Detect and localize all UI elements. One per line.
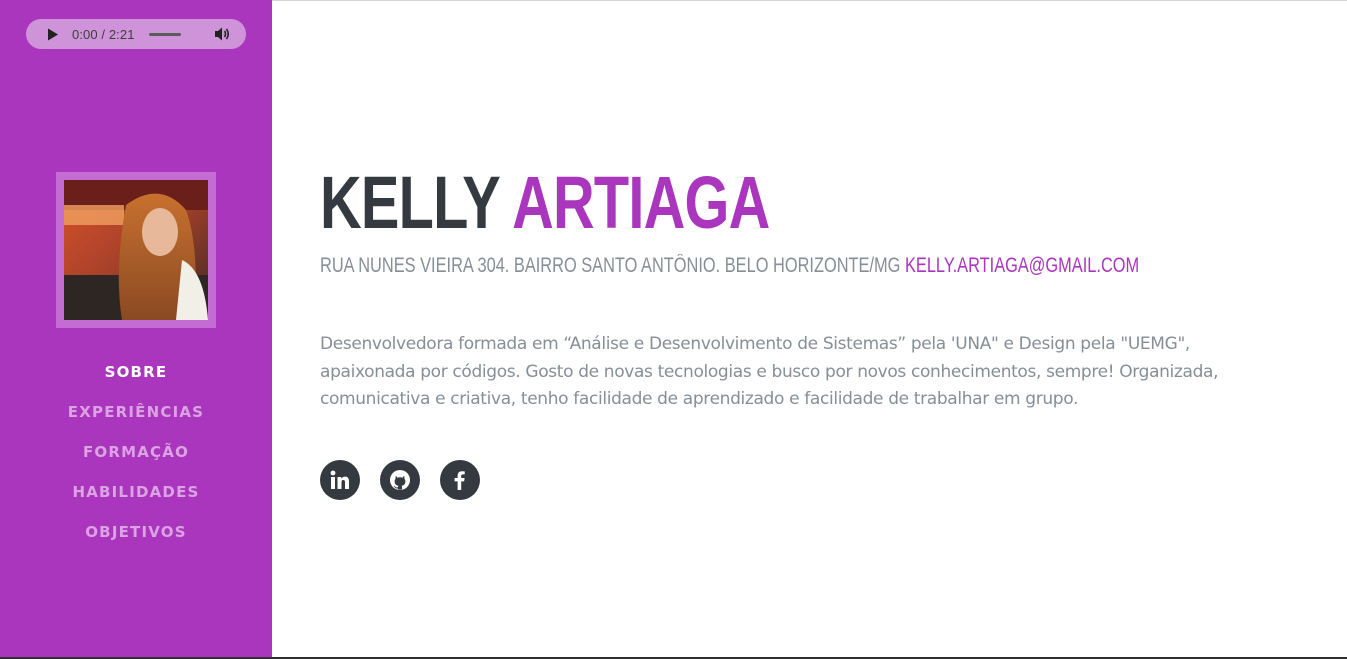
- nav-item-formacao: FORMAÇÃO: [0, 432, 272, 472]
- nav-link-objetivos[interactable]: OBJETIVOS: [85, 523, 187, 541]
- sidebar-nav: SOBRE EXPERIÊNCIAS FORMAÇÃO HABILIDADES …: [0, 352, 272, 552]
- first-name: KELLY: [320, 161, 500, 244]
- bio-text: Desenvolvedora formada em “Análise e Des…: [320, 334, 1219, 409]
- contact-line: RUA NUNES VIEIRA 304. BAIRRO SANTO ANTÔN…: [320, 252, 1139, 280]
- facebook-icon[interactable]: [440, 460, 480, 500]
- play-icon[interactable]: [46, 27, 60, 41]
- address-text: RUA NUNES VIEIRA 304. BAIRRO SANTO ANTÔN…: [320, 254, 901, 277]
- avatar: [56, 172, 216, 328]
- audio-time: 0:00 / 2:21: [72, 26, 135, 42]
- nav-item-habilidades: HABILIDADES: [0, 472, 272, 512]
- linkedin-icon[interactable]: [320, 460, 360, 500]
- page: 0:00 / 2:21 SOBRE EXPERIÊNCIAS FORMAÇÃO …: [0, 0, 1347, 659]
- nav-link-sobre[interactable]: SOBRE: [105, 363, 168, 381]
- nav-item-sobre: SOBRE: [0, 352, 272, 392]
- nav-item-objetivos: OBJETIVOS: [0, 512, 272, 552]
- sidebar: 0:00 / 2:21 SOBRE EXPERIÊNCIAS FORMAÇÃO …: [0, 0, 272, 659]
- last-name: ARTIAGA: [512, 161, 770, 244]
- audio-player[interactable]: 0:00 / 2:21: [26, 19, 246, 49]
- nav-link-habilidades[interactable]: HABILIDADES: [72, 483, 199, 501]
- profile-name: KELLY ARTIAGA: [320, 160, 770, 246]
- top-divider: [272, 0, 1347, 1]
- nav-link-experiencias[interactable]: EXPERIÊNCIAS: [68, 403, 204, 421]
- audio-progress-track[interactable]: [148, 32, 181, 36]
- social-icons: [320, 460, 480, 500]
- nav-link-formacao[interactable]: FORMAÇÃO: [83, 443, 189, 461]
- nav-item-experiencias: EXPERIÊNCIAS: [0, 392, 272, 432]
- github-icon[interactable]: [380, 460, 420, 500]
- email-link[interactable]: KELLY.ARTIAGA@GMAIL.COM: [905, 254, 1139, 277]
- avatar-photo: [64, 180, 208, 320]
- volume-icon[interactable]: [214, 26, 232, 42]
